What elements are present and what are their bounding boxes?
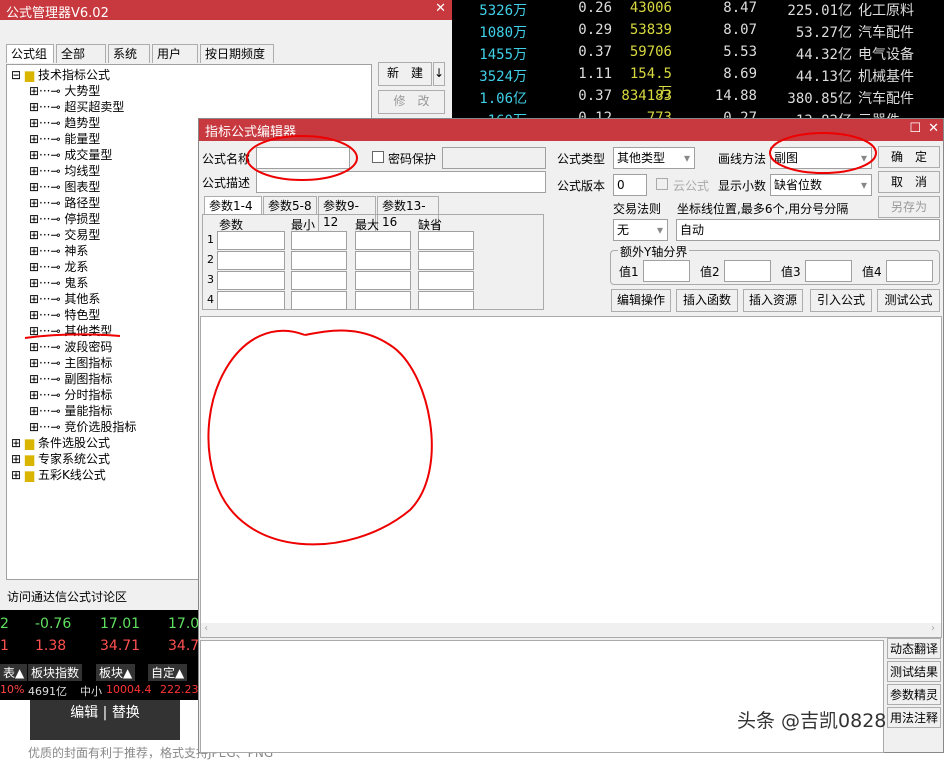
- watermark: 头条 @吉凯0828: [737, 706, 886, 733]
- red-annotations: [0, 0, 944, 753]
- annotation-circle-name: [247, 136, 357, 180]
- annotation-circle-draw: [770, 133, 876, 173]
- annotation-underline: [25, 334, 120, 338]
- annotation-circle-editor: [208, 331, 431, 545]
